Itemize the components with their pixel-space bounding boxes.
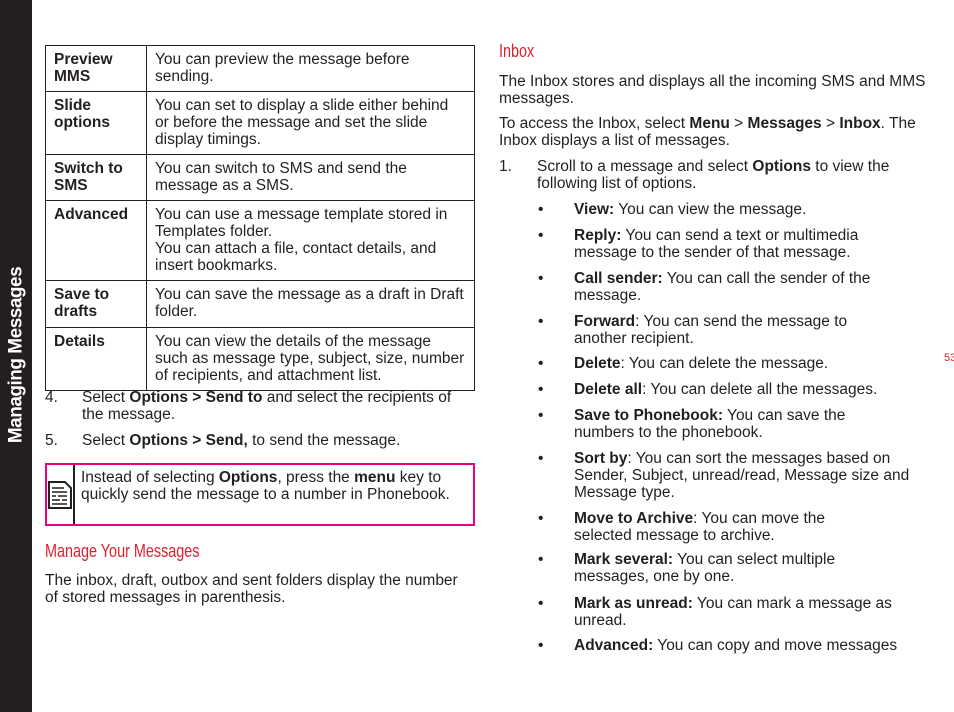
option-name: Advanced bbox=[45, 200, 147, 281]
inbox-heading: Inbox bbox=[499, 41, 535, 61]
manage-text: The inbox, draft, outbox and sent folder… bbox=[45, 572, 458, 606]
note-box: Instead of selecting Options, press the … bbox=[45, 463, 475, 526]
bullet-icon: • bbox=[538, 595, 544, 612]
table-row: Switch to SMS You can switch to SMS and s… bbox=[45, 154, 475, 201]
option-bullet-item: • Mark as unread: You can mark a message … bbox=[538, 595, 920, 629]
table-row: Slide options You can set to display a sl… bbox=[45, 91, 475, 155]
chapter-side-tab: Managing Messages bbox=[0, 0, 32, 712]
step-text: Select bbox=[82, 432, 130, 449]
step-number: 1. bbox=[499, 158, 512, 175]
table-row: Advanced You can use a message template s… bbox=[45, 200, 475, 281]
bullet-icon: • bbox=[538, 270, 544, 287]
option-bullet-item: • Reply: You can send a text or multimedi… bbox=[538, 227, 920, 261]
option-desc: You can use a message template stored in… bbox=[155, 206, 448, 240]
option-desc: You can switch to SMS and send the messa… bbox=[146, 154, 475, 201]
option-label: Save to Phonebook: bbox=[574, 407, 723, 424]
inbox-step-1: 1. Scroll to a message and select Option… bbox=[499, 158, 890, 192]
bullet-icon: • bbox=[538, 407, 544, 424]
inbox-access: To access the Inbox, select Menu > Messa… bbox=[499, 115, 916, 149]
step-menu-path: Options > Send to bbox=[129, 389, 263, 406]
step-number: 4. bbox=[45, 389, 58, 406]
option-desc: You can preview the message before sendi… bbox=[146, 45, 475, 92]
option-bullet-item: • Forward: You can send the message to an… bbox=[538, 313, 920, 347]
step-5: 5. Select Options > Send, to send the me… bbox=[45, 432, 475, 449]
bullet-icon: • bbox=[538, 450, 544, 467]
option-name: Slide options bbox=[45, 91, 147, 155]
option-bullet-item: • Advanced: You can copy and move message… bbox=[538, 637, 920, 654]
option-desc: You can attach a file, contact details, … bbox=[155, 240, 437, 274]
option-bullet-item: • Delete: You can delete the message. bbox=[538, 355, 920, 372]
bullet-icon: • bbox=[538, 637, 544, 654]
option-bullet-item: • Mark several: You can select multiple m… bbox=[538, 551, 920, 585]
bullet-icon: • bbox=[538, 381, 544, 398]
bullet-icon: • bbox=[538, 201, 544, 218]
step-text: Select bbox=[82, 389, 130, 406]
option-desc: You can save the message as a draft in D… bbox=[146, 280, 475, 328]
option-desc: You can set to display a slide either be… bbox=[146, 91, 475, 155]
option-label: Forward bbox=[574, 313, 636, 330]
option-label: Sort by bbox=[574, 450, 628, 467]
option-bullet-item: • Call sender: You can call the sender of… bbox=[538, 270, 920, 304]
step-text: to send the message. bbox=[247, 432, 401, 449]
option-desc: : You can delete all the messages. bbox=[642, 381, 878, 398]
table-row: Preview MMS You can preview the message b… bbox=[45, 45, 475, 92]
option-desc: You can view the message. bbox=[614, 201, 807, 218]
option-label: Reply: bbox=[574, 227, 622, 244]
option-name: Switch to SMS bbox=[45, 154, 147, 201]
option-label: Mark as unread: bbox=[574, 595, 693, 612]
option-label: Mark several: bbox=[574, 551, 674, 568]
option-name: Save to drafts bbox=[45, 280, 147, 328]
option-desc: : You can delete the message. bbox=[620, 355, 829, 372]
option-bullet-item: • Delete all: You can delete all the mess… bbox=[538, 381, 920, 398]
option-desc: You can view the details of the message … bbox=[146, 327, 475, 391]
option-bullet-item: • View: You can view the message. bbox=[538, 201, 920, 218]
option-label: Delete bbox=[574, 355, 621, 372]
option-label: Call sender: bbox=[574, 270, 663, 287]
option-bullet-item: • Sort by: You can sort the messages base… bbox=[538, 450, 920, 501]
bullet-icon: • bbox=[538, 227, 544, 244]
step-4: 4. Select Options > Send to and select t… bbox=[45, 389, 475, 423]
note-document-icon bbox=[47, 465, 75, 524]
option-label: View: bbox=[574, 201, 615, 218]
option-desc: You can copy and move messages bbox=[653, 637, 898, 654]
bullet-icon: • bbox=[538, 355, 544, 372]
step-menu-path: Options > Send, bbox=[129, 432, 248, 449]
option-label: Move to Archive bbox=[574, 510, 694, 527]
option-label: Advanced: bbox=[574, 637, 654, 654]
option-name: Preview MMS bbox=[45, 45, 147, 92]
note-text: Instead of selecting Options, press the … bbox=[81, 469, 450, 503]
table-row: Details You can view the details of the m… bbox=[45, 327, 475, 391]
step-number: 5. bbox=[45, 432, 58, 449]
bullet-icon: • bbox=[538, 313, 544, 330]
option-bullet-item: • Save to Phonebook: You can save the num… bbox=[538, 407, 920, 441]
chapter-title: Managing Messages bbox=[5, 266, 27, 444]
bullet-icon: • bbox=[538, 510, 544, 527]
page-number: 53 bbox=[944, 352, 954, 364]
table-row: Save to drafts You can save the message a… bbox=[45, 280, 475, 328]
option-label: Delete all bbox=[574, 381, 643, 398]
options-table: Preview MMS You can preview the message b… bbox=[45, 45, 475, 391]
option-name: Details bbox=[45, 327, 147, 391]
option-bullet-item: • Move to Archive: You can move the selec… bbox=[538, 510, 920, 544]
inbox-intro: The Inbox stores and displays all the in… bbox=[499, 73, 926, 107]
bullet-icon: • bbox=[538, 551, 544, 568]
manage-heading: Manage Your Messages bbox=[45, 541, 200, 561]
